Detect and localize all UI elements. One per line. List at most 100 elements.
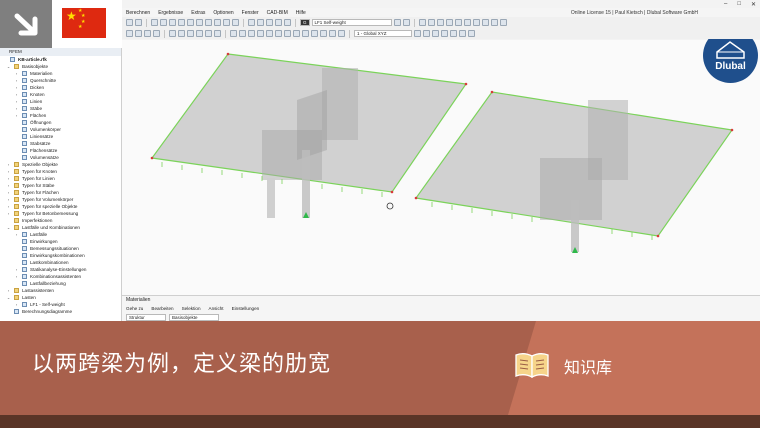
panel-menu-item[interactable]: Einstellungen <box>232 306 260 311</box>
navigator-file-row[interactable]: KB-article.rfk <box>0 56 121 63</box>
toolbar-button[interactable] <box>499 19 507 26</box>
toolbar-button[interactable] <box>151 19 158 26</box>
navigator-item[interactable]: Öffnungen <box>0 119 121 126</box>
navigator-item[interactable]: › Materialien <box>0 70 121 77</box>
navigator-item[interactable]: › Typen für Flächen <box>0 189 121 196</box>
navigator-item[interactable]: › Typen für Stäbe <box>0 182 121 189</box>
toolbar-button[interactable] <box>275 30 282 37</box>
panel-category-dropdown[interactable]: Basisobjekte <box>169 314 219 321</box>
chevron-right-icon[interactable]: › <box>14 105 19 112</box>
toolbar-button[interactable] <box>393 19 401 26</box>
navigator-item[interactable]: Lastkombinationen <box>0 259 121 266</box>
chevron-down-icon[interactable]: ⌄ <box>6 224 11 231</box>
toolbar-button[interactable] <box>266 30 273 37</box>
toolbar-button[interactable] <box>490 19 498 26</box>
toolbar-button[interactable] <box>402 19 410 26</box>
chevron-right-icon[interactable]: › <box>14 231 19 238</box>
panel-menu-item[interactable]: Gehe zu <box>126 306 143 311</box>
menu-item[interactable]: Berechnen <box>122 10 154 16</box>
toolbar-button[interactable] <box>239 30 246 37</box>
toolbar-button[interactable] <box>459 30 466 37</box>
chevron-right-icon[interactable]: › <box>6 196 11 203</box>
navigator-item[interactable]: › LF1 - Self-weight <box>0 301 121 308</box>
toolbar-button[interactable] <box>445 19 453 26</box>
toolbar-button[interactable] <box>144 30 151 37</box>
toolbar-button[interactable] <box>160 19 167 26</box>
toolbar-button[interactable] <box>436 19 444 26</box>
toolbar-button[interactable] <box>454 19 462 26</box>
chevron-right-icon[interactable]: › <box>6 175 11 182</box>
loadcase-tag[interactable]: G <box>300 19 310 26</box>
toolbar-button[interactable] <box>468 30 475 37</box>
chevron-right-icon[interactable]: › <box>6 168 11 175</box>
navigator-item[interactable]: › Typen für Volumenkörper <box>0 196 121 203</box>
menu-item[interactable]: Hilfe <box>292 10 310 16</box>
toolbar-button[interactable] <box>257 30 264 37</box>
navigator-item[interactable]: › Typen für Linien <box>0 175 121 182</box>
navigator-item[interactable]: ⌄ Lastfälle und Kombinationen <box>0 224 121 231</box>
toolbar-button[interactable] <box>338 30 345 37</box>
navigator-item[interactable]: › Lastassistenten <box>0 287 121 294</box>
navigator-item[interactable]: Flächensätze <box>0 147 121 154</box>
model-viewport[interactable] <box>122 40 760 295</box>
toolbar-button[interactable] <box>153 30 160 37</box>
toolbar-button[interactable] <box>196 30 203 37</box>
navigator-item[interactable]: › Typen für spezielle Objekte <box>0 203 121 210</box>
toolbar-button[interactable] <box>293 30 300 37</box>
toolbar-button[interactable] <box>463 19 471 26</box>
toolbar-button[interactable] <box>187 19 194 26</box>
coordinate-system-dropdown[interactable]: 1 - Global XYZ <box>354 30 412 37</box>
toolbar-button[interactable] <box>205 30 212 37</box>
chevron-right-icon[interactable]: › <box>6 189 11 196</box>
chevron-down-icon[interactable]: ⌄ <box>6 63 11 70</box>
toolbar-button[interactable] <box>414 30 421 37</box>
toolbar-button[interactable] <box>450 30 457 37</box>
navigator-item[interactable]: › Stäbe <box>0 105 121 112</box>
navigator-item[interactable]: › Typen für Betonbemessung <box>0 210 121 217</box>
toolbar-button[interactable] <box>257 19 264 26</box>
toolbar-button[interactable] <box>418 19 426 26</box>
toolbar-button[interactable] <box>223 19 230 26</box>
toolbar-button[interactable] <box>178 30 185 37</box>
toolbar-button[interactable] <box>427 19 435 26</box>
navigator-item[interactable]: › Lastfälle <box>0 231 121 238</box>
toolbar-button[interactable] <box>187 30 194 37</box>
toolbar-button[interactable] <box>230 30 237 37</box>
navigator-item[interactable]: ⌄ Lasten <box>0 294 121 301</box>
navigator-item[interactable]: Liniensätze <box>0 133 121 140</box>
panel-menu-item[interactable]: Selektion <box>182 306 201 311</box>
navigator-item[interactable]: Berechnungsdiagramme <box>0 308 121 315</box>
chevron-down-icon[interactable]: ⌄ <box>6 294 11 301</box>
toolbar-button[interactable] <box>432 30 439 37</box>
toolbar-button[interactable] <box>135 19 142 26</box>
toolbar-button[interactable] <box>481 19 489 26</box>
toolbar-button[interactable] <box>232 19 239 26</box>
navigator-item[interactable]: Volumensätze <box>0 154 121 161</box>
navigator-item[interactable]: Einwirkungen <box>0 238 121 245</box>
menu-item[interactable]: Ergebnisse <box>154 10 187 16</box>
toolbar-button[interactable] <box>196 19 203 26</box>
close-icon[interactable]: ✕ <box>751 1 756 8</box>
toolbar-button[interactable] <box>472 19 480 26</box>
toolbar-button[interactable] <box>248 30 255 37</box>
minimize-icon[interactable]: – <box>724 1 727 8</box>
toolbar-button[interactable] <box>169 30 176 37</box>
chevron-right-icon[interactable]: › <box>14 98 19 105</box>
chevron-right-icon[interactable]: › <box>6 161 11 168</box>
toolbar-button[interactable] <box>302 30 309 37</box>
toolbar-button[interactable] <box>126 30 133 37</box>
toolbar-button[interactable] <box>205 19 212 26</box>
toolbar-button[interactable] <box>214 19 221 26</box>
navigator-item[interactable]: › Spezielle Objekte <box>0 161 121 168</box>
toolbar-button[interactable] <box>214 30 221 37</box>
chevron-right-icon[interactable]: › <box>14 91 19 98</box>
navigator-item[interactable]: › Dicken <box>0 84 121 91</box>
loadcase-dropdown[interactable]: LF1 Self-weight <box>311 19 392 26</box>
navigator-item[interactable]: Bemessungssituationen <box>0 245 121 252</box>
chevron-right-icon[interactable]: › <box>14 70 19 77</box>
toolbar-button[interactable] <box>135 30 142 37</box>
toolbar-button[interactable] <box>441 30 448 37</box>
toolbar-button[interactable] <box>126 19 133 26</box>
chevron-right-icon[interactable]: › <box>14 273 19 280</box>
toolbar-button[interactable] <box>311 30 318 37</box>
